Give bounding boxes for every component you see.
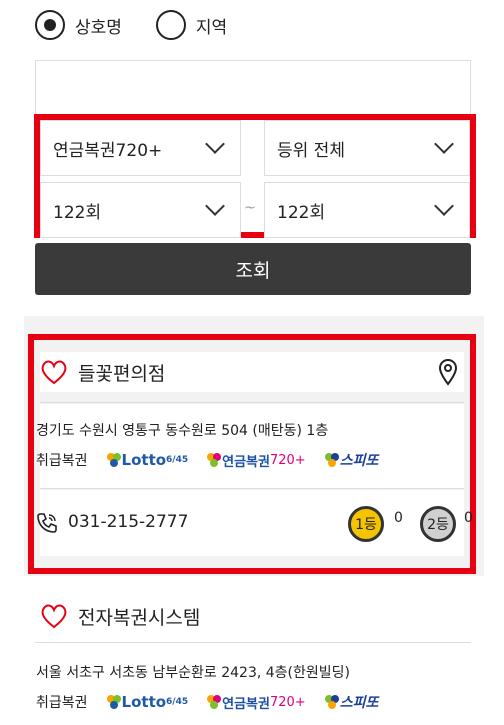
lotto-logo-text: Lotto	[121, 693, 167, 711]
ticket-types: 취급복권 Lotto 6/45 연금복권 720+ 스피또	[36, 450, 378, 470]
radio-label-store-name: 상호명	[75, 17, 122, 38]
radio-region[interactable]: 지역	[155, 10, 228, 40]
pension-logo-sub: 720+	[269, 452, 306, 468]
round-to-select[interactable]: 122회	[264, 182, 470, 238]
heart-icon[interactable]	[40, 603, 68, 629]
lotto-logo-sub: 6/45	[166, 455, 189, 465]
store-header: 들꽃편의점	[40, 352, 464, 392]
store-address: 경기도 수원시 영통구 동수원로 504 (매탄동) 1층	[36, 423, 329, 439]
speetto-logo-text: 스피또	[339, 453, 379, 469]
first-prize-medal-label: 1등	[355, 517, 377, 533]
divider	[40, 488, 464, 489]
phone-icon	[37, 513, 57, 533]
lotto-645-logo: Lotto 6/45	[106, 693, 189, 711]
round-from-value: 122회	[53, 202, 102, 223]
chevron-down-icon	[205, 196, 225, 216]
search-type-radio-group: 상호명 지역	[35, 8, 261, 42]
radio-checked-icon[interactable]	[35, 10, 65, 40]
first-prize-medal-icon: 1등	[348, 506, 384, 542]
ticket-types: 취급복권 Lotto 6/45 연금복권 720+ 스피또	[36, 692, 378, 712]
second-prize-count: 0	[464, 510, 473, 526]
lottery-type-select[interactable]: 연금복권720+	[40, 120, 241, 176]
radio-unchecked-icon[interactable]	[155, 10, 186, 40]
store-name[interactable]: 전자복권시스템	[78, 603, 200, 630]
rank-value: 등위 전체	[277, 140, 345, 161]
lotto-645-logo: Lotto 6/45	[106, 451, 189, 469]
pension-720-logo: 연금복권 720+	[206, 693, 306, 712]
ticket-types-label: 취급복권	[36, 695, 88, 711]
second-prize-medal-icon: 2등	[420, 506, 456, 542]
pension-logo-text: 연금복권	[222, 454, 270, 470]
store-address: 서울 서초구 서초동 남부순환로 2423, 4층(한원빌딩)	[36, 665, 351, 681]
chevron-down-icon	[434, 134, 454, 154]
clover-icon	[106, 453, 121, 467]
range-separator: ~	[244, 200, 256, 216]
pension-720-logo: 연금복권 720+	[206, 451, 306, 470]
second-prize-medal-label: 2등	[427, 517, 449, 533]
pension-logo-sub: 720+	[269, 694, 306, 710]
chevron-down-icon	[434, 196, 454, 216]
search-button[interactable]: 조회	[35, 243, 471, 295]
store-name-input[interactable]	[35, 60, 471, 118]
heart-icon[interactable]	[40, 359, 68, 385]
rank-select[interactable]: 등위 전체	[264, 120, 470, 176]
divider	[35, 642, 471, 643]
store-header: 전자복권시스템	[40, 596, 464, 636]
round-to-value: 122회	[277, 202, 326, 223]
clover-icon	[106, 695, 121, 709]
clover-icon	[207, 453, 222, 467]
first-prize-count: 0	[394, 510, 403, 526]
clover-icon	[324, 453, 339, 467]
clover-icon	[207, 695, 222, 709]
lottery-type-value: 연금복권720+	[53, 140, 163, 161]
round-from-select[interactable]: 122회	[40, 182, 241, 238]
lotto-logo-sub: 6/45	[166, 697, 189, 707]
chevron-down-icon	[205, 134, 225, 154]
ticket-types-label: 취급복권	[36, 453, 88, 469]
speetto-logo-text: 스피또	[339, 695, 379, 711]
clover-icon	[324, 695, 339, 709]
store-name[interactable]: 들꽃편의점	[78, 359, 165, 386]
speetto-logo: 스피또	[324, 450, 379, 470]
store-phone[interactable]: 031-215-2777	[68, 512, 188, 532]
radio-store-name[interactable]: 상호명	[35, 10, 122, 40]
lotto-logo-text: Lotto	[121, 451, 167, 469]
radio-label-region: 지역	[195, 17, 228, 38]
map-pin-icon[interactable]	[438, 358, 458, 386]
store-info: 경기도 수원시 영통구 동수원로 504 (매탄동) 1층 취급복권 Lotto…	[36, 404, 464, 488]
pension-logo-text: 연금복권	[222, 696, 270, 712]
divider	[40, 402, 464, 403]
speetto-logo: 스피또	[324, 692, 379, 712]
store-contact-row: 031-215-2777 1등 0 2등 0	[37, 490, 473, 556]
